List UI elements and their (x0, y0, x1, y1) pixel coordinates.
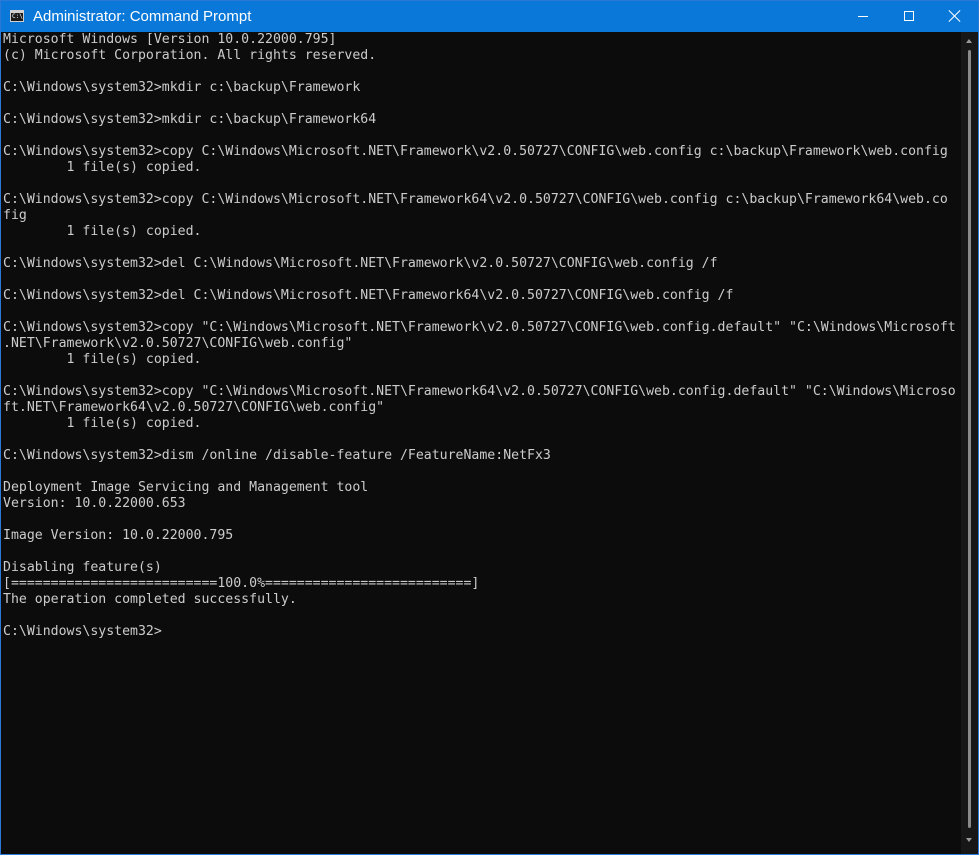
maximize-button[interactable] (886, 1, 932, 32)
console-line: Image Version: 10.0.22000.795 (3, 528, 234, 543)
close-icon (949, 10, 961, 22)
console-line: Deployment Image Servicing and Managemen… (3, 480, 369, 495)
console-line: ft.NET\Framework64\v2.0.50727\CONFIG\web… (3, 400, 385, 415)
console-line: 1 file(s) copied. (3, 224, 202, 239)
cmd-icon: C:\ (10, 10, 24, 22)
console-line: (c) Microsoft Corporation. All rights re… (3, 48, 377, 63)
console-line: 1 file(s) copied. (3, 416, 202, 431)
console-line: C:\Windows\system32>del C:\Windows\Micro… (3, 256, 718, 271)
console-line: The operation completed successfully. (3, 592, 297, 607)
console-line: C:\Windows\system32>mkdir c:\backup\Fram… (3, 112, 377, 127)
minimize-icon (858, 16, 868, 17)
console-line: C:\Windows\system32> (3, 624, 162, 639)
title-bar[interactable]: C:\ Administrator: Command Prompt (1, 1, 978, 32)
console-line: C:\Windows\system32>mkdir c:\backup\Fram… (3, 80, 361, 95)
console-line: C:\Windows\system32>copy C:\Windows\Micr… (3, 192, 948, 207)
close-button[interactable] (932, 1, 978, 32)
console-line: C:\Windows\system32>copy "C:\Windows\Mic… (3, 384, 956, 399)
console-line: .NET\Framework\v2.0.50727\CONFIG\web.con… (3, 336, 353, 351)
scroll-down-icon[interactable] (966, 838, 972, 842)
console-line: Microsoft Windows [Version 10.0.22000.79… (3, 32, 337, 47)
console-line: 1 file(s) copied. (3, 160, 202, 175)
console-text: Microsoft Windows [Version 10.0.22000.79… (1, 32, 961, 640)
console-line: C:\Windows\system32>copy C:\Windows\Micr… (3, 144, 948, 159)
maximize-icon (904, 11, 914, 21)
console-line: Version: 10.0.22000.653 (3, 496, 186, 511)
console-line: C:\Windows\system32>dism /online /disabl… (3, 448, 551, 463)
console-line: C:\Windows\system32>copy "C:\Windows\Mic… (3, 320, 956, 335)
console-line: [==========================100.0%=======… (3, 576, 480, 591)
vertical-scrollbar[interactable] (961, 32, 978, 854)
minimize-button[interactable] (840, 1, 886, 32)
cmd-icon-prompt: C:\ (12, 13, 23, 20)
console-line: C:\Windows\system32>del C:\Windows\Micro… (3, 288, 734, 303)
console-line: 1 file(s) copied. (3, 352, 202, 367)
window-title: Administrator: Command Prompt (33, 8, 252, 25)
console-line: Disabling feature(s) (3, 560, 162, 575)
scroll-thumb[interactable] (968, 50, 971, 828)
command-prompt-window: C:\ Administrator: Command Prompt Micros… (0, 0, 979, 855)
scroll-up-icon[interactable] (966, 39, 972, 43)
console-output[interactable]: Microsoft Windows [Version 10.0.22000.79… (1, 32, 961, 854)
console-line: fig (3, 208, 27, 223)
